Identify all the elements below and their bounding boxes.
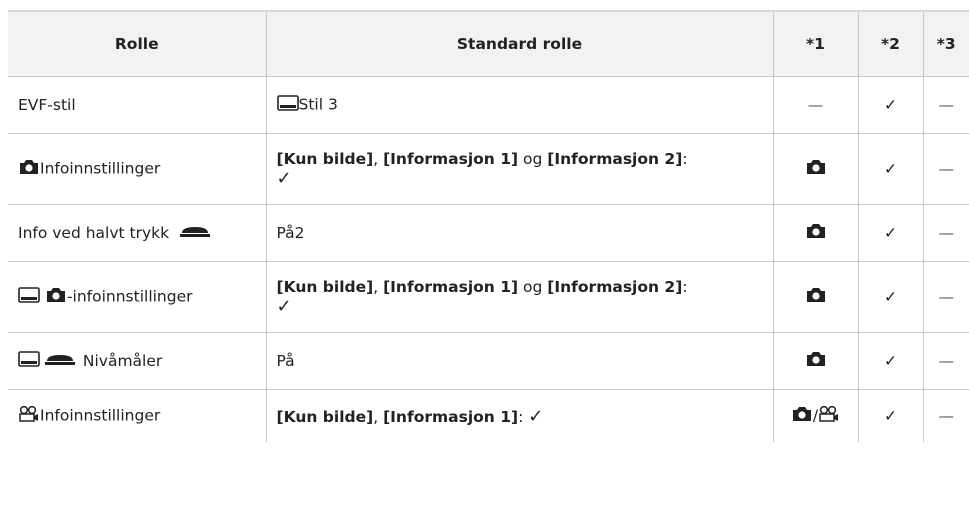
text-colon: : xyxy=(682,277,688,296)
table-row: -infoinnstillinger [Kun bilde], [Informa… xyxy=(8,261,969,333)
role-cell: EVF-stil xyxy=(8,76,266,134)
c1-cell: — xyxy=(772,76,858,134)
monitor-icon xyxy=(18,351,40,371)
role-label: Infoinnstillinger xyxy=(40,406,161,425)
check-icon: ✓ xyxy=(276,167,292,189)
movie-camera-icon xyxy=(18,405,40,427)
option-informasjon-1: [Informasjon 1] xyxy=(383,149,519,168)
c1-cell: / xyxy=(772,389,858,442)
camera-icon xyxy=(805,286,827,308)
text-sep: , xyxy=(373,277,384,296)
table-row: Info ved halvt trykk På2 ✓ — xyxy=(8,204,969,262)
role-cell: Info ved halvt trykk xyxy=(8,204,266,262)
header-standard: Standard rolle xyxy=(265,10,773,77)
c2-cell: ✓ xyxy=(857,332,923,390)
standard-cell: [Kun bilde], [Informasjon 1]: ✓ xyxy=(265,389,773,442)
camera-icon xyxy=(18,158,40,180)
header-c1: *1 xyxy=(772,10,858,77)
c2-cell: ✓ xyxy=(857,389,923,442)
table-row: Infoinnstillinger [Kun bilde], [Informas… xyxy=(8,389,969,443)
text-sep: , xyxy=(373,149,384,168)
standard-cell: [Kun bilde], [Informasjon 1] og [Informa… xyxy=(265,261,773,333)
role-cell: -infoinnstillinger xyxy=(8,261,266,333)
header-role: Rolle xyxy=(8,10,266,77)
option-informasjon-1: [Informasjon 1] xyxy=(383,277,519,296)
c2-cell: ✓ xyxy=(857,133,923,205)
camera-icon xyxy=(791,405,813,427)
standard-cell: Stil 3 xyxy=(265,76,773,134)
camera-icon xyxy=(805,222,827,244)
role-label: Infoinnstillinger xyxy=(40,159,161,178)
check-icon: ✓ xyxy=(276,295,292,317)
role-label: -infoinnstillinger xyxy=(66,287,193,306)
c2-cell: ✓ xyxy=(857,204,923,262)
role-label: Nivåmåler xyxy=(82,351,163,370)
text-og: og xyxy=(518,149,548,168)
standard-value: På xyxy=(276,352,295,370)
c1-cell xyxy=(772,204,858,262)
role-label: Info ved halvt trykk xyxy=(18,223,170,242)
header-c3: *3 xyxy=(922,10,969,77)
camera-icon xyxy=(45,286,67,308)
c1-cell xyxy=(772,261,858,333)
option-informasjon-2: [Informasjon 2] xyxy=(547,277,683,296)
role-label: EVF-stil xyxy=(18,96,76,114)
header-c2: *2 xyxy=(857,10,923,77)
text-colon: : xyxy=(682,149,688,168)
check-icon: ✓ xyxy=(528,405,544,427)
standard-cell: På2 xyxy=(265,204,773,262)
role-cell: Infoinnstillinger xyxy=(8,133,266,205)
monitor-icon xyxy=(18,287,40,307)
table-row: Infoinnstillinger [Kun bilde], [Informas… xyxy=(8,133,969,205)
standard-cell: [Kun bilde], [Informasjon 1] og [Informa… xyxy=(265,133,773,205)
c3-cell: — xyxy=(922,133,969,205)
camera-icon xyxy=(805,158,827,180)
role-cell: Nivåmåler xyxy=(8,332,266,390)
header-row: Rolle Standard rolle *1 *2 *3 xyxy=(8,10,969,77)
option-kun-bilde: [Kun bilde] xyxy=(276,407,374,426)
standard-value: På2 xyxy=(276,224,305,242)
c2-cell: ✓ xyxy=(857,261,923,333)
shutter-button-icon xyxy=(180,224,211,242)
table-row: Nivåmåler På ✓ — xyxy=(8,332,969,390)
camera-icon xyxy=(805,350,827,372)
c3-cell: — xyxy=(922,389,969,442)
table-row: EVF-stil Stil 3 — ✓ — xyxy=(8,76,969,134)
text-og: og xyxy=(518,277,548,296)
c1-cell xyxy=(772,133,858,205)
option-informasjon-1: [Informasjon 1] xyxy=(383,407,519,426)
c3-cell: — xyxy=(922,261,969,333)
c2-cell: ✓ xyxy=(857,76,923,134)
text-sep: , xyxy=(373,407,384,426)
c3-cell: — xyxy=(922,332,969,390)
movie-camera-icon xyxy=(818,405,840,427)
c3-cell: — xyxy=(922,204,969,262)
role-cell: Infoinnstillinger xyxy=(8,390,266,443)
c3-cell: — xyxy=(922,76,969,134)
option-kun-bilde: [Kun bilde] xyxy=(276,277,374,296)
shutter-button-icon xyxy=(44,352,75,370)
standard-cell: På xyxy=(265,332,773,390)
option-kun-bilde: [Kun bilde] xyxy=(276,149,374,168)
text-colon: : xyxy=(518,407,529,426)
standard-value: Stil 3 xyxy=(298,95,338,114)
monitor-icon xyxy=(276,95,299,115)
settings-table: Rolle Standard rolle *1 *2 *3 EVF-stil S… xyxy=(8,10,969,442)
c1-cell xyxy=(772,332,858,390)
option-informasjon-2: [Informasjon 2] xyxy=(547,149,683,168)
